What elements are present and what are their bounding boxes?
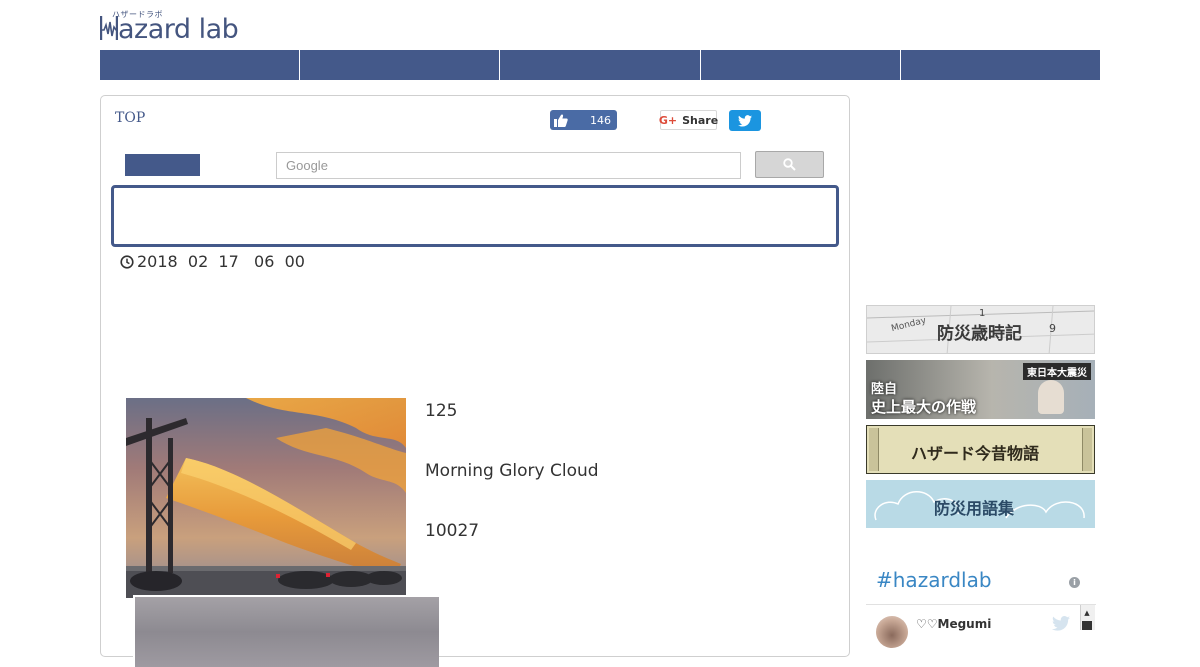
share-label: Share xyxy=(682,113,719,127)
avatar[interactable] xyxy=(876,616,908,648)
nav-item-4[interactable] xyxy=(701,50,901,80)
facebook-like-button[interactable]: 146 xyxy=(550,110,617,130)
twitter-bird-icon xyxy=(738,114,752,127)
article-title-box xyxy=(111,185,839,247)
scroll-thumb[interactable] xyxy=(1082,621,1092,630)
banner-title: 防災用語集 xyxy=(934,499,1015,518)
logo-wordmark: azard lab xyxy=(118,14,239,45)
banner-jieitai[interactable]: 東日本大震災 陸自 史上最大の作戦 xyxy=(866,360,1095,419)
twitter-bird-icon[interactable] xyxy=(1052,616,1070,635)
feed-divider xyxy=(866,604,1096,605)
google-search-input[interactable]: Google xyxy=(276,152,741,179)
article-panel: TOP 146 G+ Share Google 2018 02 17 06 00 xyxy=(100,95,850,667)
banner-title: 防災歳時記 xyxy=(937,324,1022,344)
nav-item-1[interactable] xyxy=(100,50,301,80)
banner-title: ハザード今昔物語 xyxy=(911,444,1040,463)
banner-bosai-yougo[interactable]: 防災用語集 xyxy=(866,480,1095,528)
magnifier-icon xyxy=(783,158,796,171)
info-line-3: 10027 xyxy=(425,521,480,541)
thumbs-up-icon xyxy=(554,114,568,127)
like-count: 146 xyxy=(590,113,611,127)
google-plus-share-button[interactable]: G+ Share xyxy=(658,110,719,130)
info-line-2: Morning Glory Cloud xyxy=(425,461,599,481)
banner-title-top: 陸自 xyxy=(871,382,898,397)
breadcrumb-top[interactable]: TOP xyxy=(115,110,145,126)
clock-icon xyxy=(120,254,134,269)
nav-item-5[interactable] xyxy=(901,50,1100,80)
nav-item-3[interactable] xyxy=(500,50,701,80)
banner-title-bottom: 史上最大の作戦 xyxy=(871,398,977,416)
child-figure-icon xyxy=(1038,380,1064,414)
banner-bosai-saijiki[interactable]: 9 1 Monday 防災歳時記 xyxy=(866,305,1095,354)
twitter-feed-title[interactable]: #hazardlab xyxy=(876,568,992,592)
feed-username[interactable]: ♡♡Megumi xyxy=(916,617,991,631)
sidebar-ad-space xyxy=(866,95,1096,295)
google-plus-icon: G+ xyxy=(658,113,678,127)
site-logo[interactable]: ハザードラボ azard lab xyxy=(100,10,250,45)
twitter-share-button[interactable] xyxy=(729,110,761,131)
svg-text:9: 9 xyxy=(1049,322,1056,335)
scroll-right-icon xyxy=(1082,428,1092,471)
info-line-1: 125 xyxy=(425,401,458,421)
search-button[interactable] xyxy=(755,151,824,178)
morning-glory-cloud-photo[interactable] xyxy=(126,398,406,598)
info-icon[interactable]: i xyxy=(1069,577,1080,588)
main-nav xyxy=(100,50,1100,80)
nav-item-2[interactable] xyxy=(300,50,501,80)
banner-tag: 東日本大震災 xyxy=(1023,363,1091,380)
publish-date: 2018 02 17 06 00 xyxy=(120,252,305,271)
category-tag[interactable] xyxy=(125,154,200,176)
banner-hazard-konjaku[interactable]: ハザード今昔物語 xyxy=(866,425,1095,474)
date-text: 2018 02 17 06 00 xyxy=(137,252,305,271)
svg-text:1: 1 xyxy=(979,308,985,319)
scroll-left-icon xyxy=(869,428,879,471)
second-photo-thumbnail[interactable] xyxy=(133,595,439,667)
scroll-up-arrow-icon[interactable]: ▲ xyxy=(1081,607,1093,619)
